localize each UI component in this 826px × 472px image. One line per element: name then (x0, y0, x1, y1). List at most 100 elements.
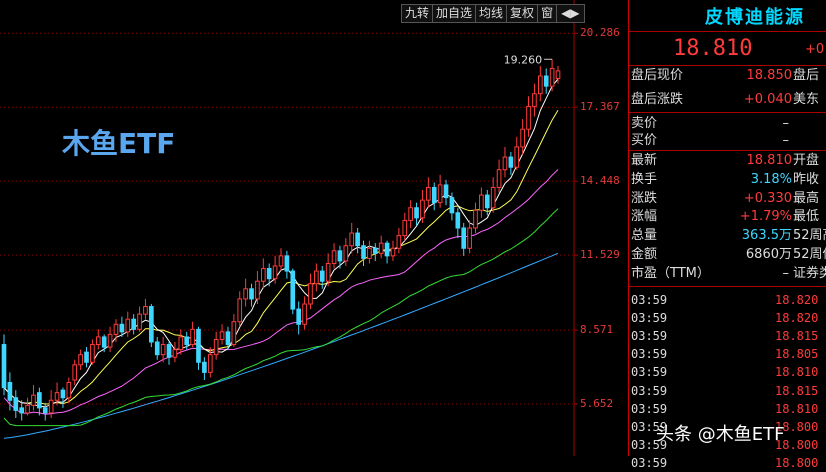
toolbar-window-button[interactable]: 窗 (537, 4, 558, 23)
tick-time: 03:59 (631, 329, 668, 344)
candle-body-down (101, 336, 107, 348)
candle-body-up (54, 392, 60, 401)
candle-body-up (308, 283, 313, 305)
candle-body-up (31, 394, 36, 406)
stat-value: 363.5万 (741, 228, 792, 244)
candle-body-down (266, 268, 272, 280)
candle-body-up (514, 146, 520, 168)
candle-body-down (449, 197, 455, 214)
candle-body-up (137, 313, 142, 330)
candle-body-down (184, 336, 190, 346)
candle-body-up (72, 364, 78, 381)
bid-label: 买价 (631, 133, 658, 148)
tick-row: 03:59 18.815 (631, 382, 826, 400)
y-tick-label: 8.571 (580, 323, 614, 337)
candle-body-down (284, 255, 290, 272)
candle-body-up (496, 169, 502, 188)
stat-extra: 开盘 (793, 153, 820, 168)
bottom-watermark: 头条 @木鱼ETF (656, 424, 785, 445)
candle-body-up (420, 199, 425, 219)
candle-body-up (490, 186, 496, 209)
tick-row: 03:59 18.820 (631, 291, 826, 309)
candle-body-down (196, 328, 201, 363)
candle-body-up (243, 288, 248, 300)
candle-body-up (555, 70, 561, 80)
candle-body-up (349, 232, 355, 247)
candle-body-up (272, 265, 278, 280)
toolbar-adjust-button[interactable]: 复权 (506, 4, 539, 23)
candle-body-up (178, 336, 184, 351)
y-tick-label: 11.529 (580, 248, 620, 262)
candle-body-up (213, 338, 219, 356)
high-annotation-label: 19.260 (504, 53, 543, 66)
toolbar-nine-turn-button[interactable]: 九转 (401, 4, 434, 23)
tick-time: 03:59 (631, 311, 668, 326)
candlestick-chart[interactable]: 19.260 20.286 17.367 14.448 11.529 8.571 5.65… (0, 0, 628, 456)
candle-body-down (249, 288, 254, 300)
candle-body-up (314, 270, 319, 285)
candle-body-up (190, 328, 195, 346)
candle-body-up (302, 303, 307, 325)
after-hours-change-row: 盘后涨跌 +0.040 美东 (631, 91, 826, 109)
stat-row: 市盈（TTM） – 证券类 (631, 265, 826, 283)
after-hours-change-label: 盘后涨跌 (631, 92, 684, 107)
y-tick-label: 5.652 (580, 397, 614, 411)
candle-body-up (473, 209, 478, 229)
candle-body-up (66, 382, 72, 399)
toolbar-arrows-icon[interactable]: ◀▶ (556, 4, 585, 23)
stat-extra: 52周低 (793, 247, 826, 262)
candle-body-down (154, 341, 160, 356)
candle-body-up (95, 336, 101, 346)
candle-body-up (520, 128, 525, 148)
stat-extra: 最高 (793, 190, 820, 206)
divider (629, 286, 826, 287)
candle-body-down (225, 331, 231, 346)
toolbar-add-watchlist-button[interactable]: 加自选 (432, 4, 477, 23)
candle-body-down (361, 245, 366, 259)
tick-time: 03:59 (631, 347, 668, 362)
candle-body-up (396, 235, 402, 249)
stat-row: 换手 3.18% 昨收 (631, 171, 826, 189)
candle-body-down (319, 270, 325, 282)
last-price: 18.810 (673, 36, 753, 61)
stat-label: 涨幅 (631, 209, 658, 225)
stat-label: 涨跌 (631, 190, 658, 206)
candle-body-up (526, 105, 531, 130)
candle-body-up (143, 306, 148, 315)
candle-body-down (414, 207, 419, 219)
candle-body-up (25, 404, 30, 414)
tick-price: 18.805 (775, 347, 819, 362)
tick-time: 03:59 (631, 365, 668, 380)
tick-price: 18.810 (775, 401, 819, 416)
candle-body-up (219, 331, 225, 340)
divider (629, 31, 826, 32)
stat-label: 金额 (631, 247, 658, 262)
candle-body-down (42, 407, 48, 414)
bid-row: 买价 – (631, 132, 826, 150)
candle-body-down (508, 156, 514, 168)
candle-body-up (78, 354, 83, 366)
divider (629, 112, 826, 113)
after-hours-price-label: 盘后现价 (631, 68, 684, 83)
tick-price: 18.815 (775, 329, 819, 344)
y-tick-label: 17.367 (580, 100, 620, 114)
candle-body-up (278, 255, 284, 267)
candle-body-down (455, 212, 461, 229)
stat-label: 总量 (631, 228, 658, 244)
tick-row: 03:59 18.810 (631, 400, 826, 418)
candle-body-down (337, 250, 343, 262)
candle-body-down (543, 75, 549, 87)
candle-body-up (367, 247, 372, 259)
stat-extra: 昨收 (793, 171, 820, 187)
candle-body-down (384, 242, 390, 257)
tick-row: 03:59 18.810 (631, 363, 826, 381)
stock-name: 皮博迪能源 (705, 7, 805, 28)
toolbar-moving-average-button[interactable]: 均线 (475, 4, 508, 23)
y-tick-label: 20.286 (580, 26, 620, 40)
stat-value: +1.79% (739, 209, 792, 225)
tick-price: 18.810 (775, 365, 819, 380)
ma60-line (3, 252, 559, 439)
candle-body-down (166, 344, 172, 358)
bid-value: – (782, 133, 790, 148)
after-hours-change-value: +0.040 (743, 92, 792, 107)
